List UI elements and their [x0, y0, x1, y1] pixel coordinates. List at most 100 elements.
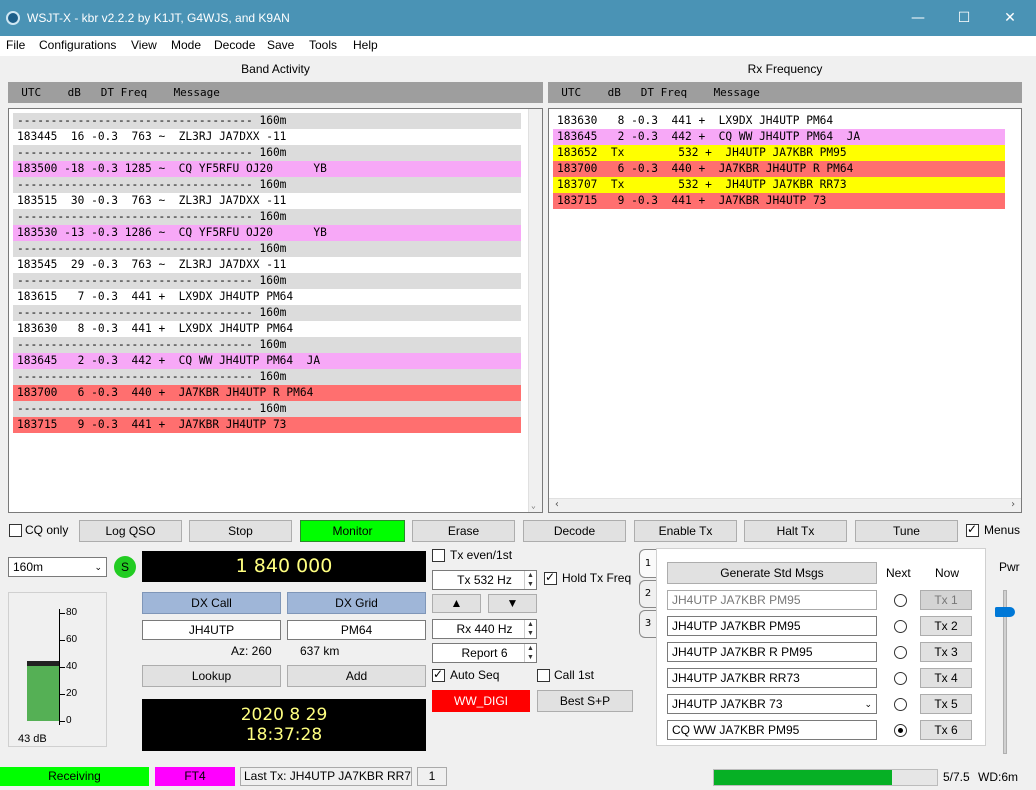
band-activity-decode-row[interactable]: 183715 9 -0.3 441 + JA7KBR JH4UTP 73	[13, 417, 521, 433]
band-activity-decode-row[interactable]: 183515 30 -0.3 763 ~ ZL3RJ JA7DXX -11	[13, 193, 521, 209]
band-activity-band-separator[interactable]: ----------------------------------- 160m	[13, 241, 521, 257]
band-activity-decode-row[interactable]: 183545 29 -0.3 763 ~ ZL3RJ JA7DXX -11	[13, 257, 521, 273]
rx-frequency-decode-row[interactable]: 183652 Tx 532 + JH4UTP JA7KBR PM95	[553, 145, 1005, 161]
band-activity-decode-row[interactable]: 183445 16 -0.3 763 ~ ZL3RJ JA7DXX -11	[13, 129, 521, 145]
tab-3[interactable]: 3	[639, 610, 656, 638]
tx2-message-input[interactable]: JH4UTP JA7KBR PM95	[667, 616, 877, 636]
band-activity-decode-row[interactable]: 183500 -18 -0.3 1285 ~ CQ YF5RFU OJ20 YB	[13, 161, 521, 177]
ww-digi-indicator[interactable]: WW_DIGI	[432, 690, 530, 712]
power-slider-handle[interactable]	[995, 607, 1015, 617]
best-sp-button[interactable]: Best S+P	[537, 690, 633, 712]
tx-even-checkbox[interactable]	[432, 549, 445, 562]
rx-frequency-decode-row[interactable]: 183707 Tx 532 + JH4UTP JA7KBR RR73	[553, 177, 1005, 193]
band-activity-decode-row[interactable]: 183530 -13 -0.3 1286 ~ CQ YF5RFU OJ20 YB	[13, 225, 521, 241]
band-activity-band-separator[interactable]: ----------------------------------- 160m	[13, 145, 521, 161]
menu-configurations[interactable]: Configurations	[39, 38, 116, 52]
menu-tools[interactable]: Tools	[309, 38, 337, 52]
halt-tx-button[interactable]: Halt Tx	[744, 520, 847, 542]
tx3-next-radio[interactable]	[894, 646, 907, 659]
rx-to-tx-down-button[interactable]: ▼	[488, 594, 537, 613]
report-spinbox[interactable]: Report 6 ▲ ▼	[432, 643, 537, 663]
window-title: WSJT-X - kbr v2.2.2 by K1JT, G4WJS, and …	[27, 11, 290, 25]
tx4-next-radio[interactable]	[894, 672, 907, 685]
chevron-down-icon[interactable]: ⌄	[864, 695, 872, 713]
band-activity-band-separator[interactable]: ----------------------------------- 160m	[13, 305, 521, 321]
maximize-button[interactable]: ☐	[949, 8, 979, 28]
tx1-now-button[interactable]: Tx 1	[920, 590, 972, 610]
rx-freq-spinbox[interactable]: Rx 440 Hz ▲ ▼	[432, 619, 537, 639]
rx-frequency-decode-row[interactable]: 183715 9 -0.3 441 + JA7KBR JH4UTP 73	[553, 193, 1005, 209]
tx-to-rx-up-button[interactable]: ▲	[432, 594, 481, 613]
tx4-now-button[interactable]: Tx 4	[920, 668, 972, 688]
band-activity-band-separator[interactable]: ----------------------------------- 160m	[13, 273, 521, 289]
band-activity-scrollbar[interactable]: ⌄	[528, 109, 542, 512]
menu-mode[interactable]: Mode	[171, 38, 201, 52]
monitor-button[interactable]: Monitor	[300, 520, 405, 542]
band-activity-band-separator[interactable]: ----------------------------------- 160m	[13, 369, 521, 385]
erase-button[interactable]: Erase	[412, 520, 515, 542]
rx-frequency-pane[interactable]: ‹ › 183630 8 -0.3 441 + LX9DX JH4UTP PM6…	[548, 108, 1022, 513]
spin-arrows-icon[interactable]: ▲ ▼	[524, 620, 536, 638]
band-activity-band-separator[interactable]: ----------------------------------- 160m	[13, 209, 521, 225]
close-button[interactable]: ✕	[995, 8, 1025, 28]
tx2-now-button[interactable]: Tx 2	[920, 616, 972, 636]
band-activity-decode-row[interactable]: 183645 2 -0.3 442 + CQ WW JH4UTP PM64 JA	[13, 353, 521, 369]
band-activity-decode-row[interactable]: 183700 6 -0.3 440 + JA7KBR JH4UTP R PM64	[13, 385, 521, 401]
rx-frequency-decode-row[interactable]: 183630 8 -0.3 441 + LX9DX JH4UTP PM64	[553, 113, 1005, 129]
tx-freq-spinbox[interactable]: Tx 532 Hz ▲ ▼	[432, 570, 537, 590]
s-meter-indicator: S	[114, 556, 136, 578]
band-activity-band-separator[interactable]: ----------------------------------- 160m	[13, 401, 521, 417]
tx2-next-radio[interactable]	[894, 620, 907, 633]
auto-seq-checkbox[interactable]	[432, 667, 445, 682]
band-select[interactable]: 160m ⌄	[8, 557, 107, 577]
spin-arrows-icon[interactable]: ▲ ▼	[524, 571, 536, 589]
call-1st-checkbox[interactable]	[537, 669, 550, 682]
tx6-next-radio[interactable]	[894, 724, 907, 737]
tx1-message-input[interactable]: JH4UTP JA7KBR PM95	[667, 590, 877, 610]
band-activity-pane[interactable]: ⌄ ----------------------------------- 16…	[8, 108, 543, 513]
tx5-now-button[interactable]: Tx 5	[920, 694, 972, 714]
tab-2[interactable]: 2	[639, 580, 656, 608]
next-column-label: Next	[886, 566, 911, 580]
menu-help[interactable]: Help	[353, 38, 378, 52]
rx-frequency-decode-row[interactable]: 183645 2 -0.3 442 + CQ WW JH4UTP PM64 JA	[553, 129, 1005, 145]
menu-view[interactable]: View	[131, 38, 157, 52]
band-activity-band-separator[interactable]: ----------------------------------- 160m	[13, 177, 521, 193]
stop-button[interactable]: Stop	[189, 520, 292, 542]
scroll-right-icon[interactable]: ›	[1010, 499, 1016, 510]
menu-decode[interactable]: Decode	[214, 38, 255, 52]
tx6-message-input[interactable]: CQ WW JA7KBR PM95	[667, 720, 877, 740]
rx-frequency-decode-row[interactable]: 183700 6 -0.3 440 + JA7KBR JH4UTP R PM64	[553, 161, 1005, 177]
minimize-button[interactable]: —	[903, 8, 933, 28]
tx3-message-input[interactable]: JH4UTP JA7KBR R PM95	[667, 642, 877, 662]
menu-save[interactable]: Save	[267, 38, 294, 52]
add-button[interactable]: Add	[287, 665, 426, 687]
hold-tx-freq-checkbox[interactable]	[544, 570, 557, 585]
menus-checkbox[interactable]	[966, 522, 979, 537]
log-qso-button[interactable]: Log QSO	[79, 520, 182, 542]
tx5-next-radio[interactable]	[894, 698, 907, 711]
tx5-message-input[interactable]: JH4UTP JA7KBR 73 ⌄	[667, 694, 877, 714]
tx4-message-input[interactable]: JH4UTP JA7KBR RR73	[667, 668, 877, 688]
band-activity-band-separator[interactable]: ----------------------------------- 160m	[13, 337, 521, 353]
dx-grid-input[interactable]: PM64	[287, 620, 426, 640]
tab-1[interactable]: 1	[639, 549, 656, 578]
tx1-next-radio[interactable]	[894, 594, 907, 607]
band-activity-decode-row[interactable]: 183630 8 -0.3 441 + LX9DX JH4UTP PM64	[13, 321, 521, 337]
menu-file[interactable]: File	[6, 38, 25, 52]
scroll-down-icon[interactable]: ⌄	[531, 501, 536, 510]
rx-frequency-hscrollbar[interactable]: ‹ ›	[549, 498, 1021, 512]
lookup-button[interactable]: Lookup	[142, 665, 281, 687]
tx6-now-button[interactable]: Tx 6	[920, 720, 972, 740]
band-activity-band-separator[interactable]: ----------------------------------- 160m	[13, 113, 521, 129]
generate-std-msgs-button[interactable]: Generate Std Msgs	[667, 562, 877, 584]
enable-tx-button[interactable]: Enable Tx	[634, 520, 737, 542]
scroll-left-icon[interactable]: ‹	[554, 499, 560, 510]
spin-arrows-icon[interactable]: ▲ ▼	[524, 644, 536, 662]
dx-call-input[interactable]: JH4UTP	[142, 620, 281, 640]
tx3-now-button[interactable]: Tx 3	[920, 642, 972, 662]
band-activity-decode-row[interactable]: 183615 7 -0.3 441 + LX9DX JH4UTP PM64	[13, 289, 521, 305]
tune-button[interactable]: Tune	[855, 520, 958, 542]
decode-button[interactable]: Decode	[523, 520, 626, 542]
cq-only-checkbox[interactable]	[9, 524, 22, 537]
